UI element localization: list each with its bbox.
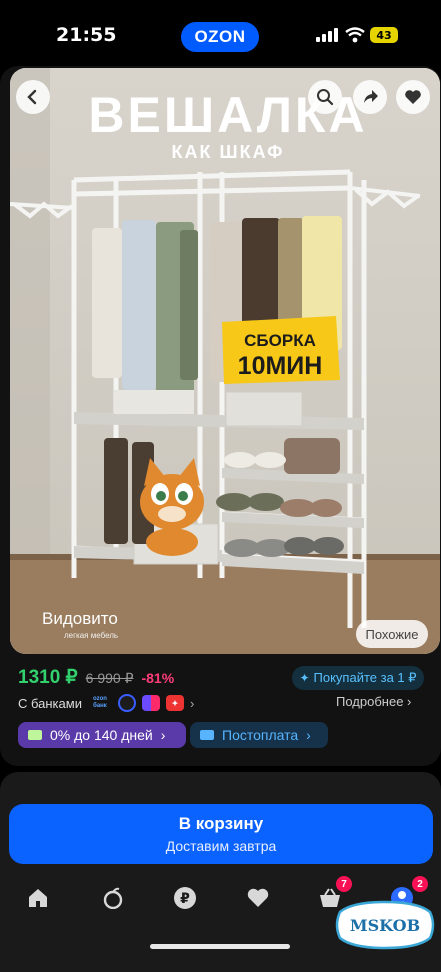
product-image[interactable]: ВЕШАЛКА КАК ШКАФ СБОРКА 10МИН Видовито л… <box>10 68 440 654</box>
ozon-logo-pill[interactable]: OZON <box>181 22 259 52</box>
ruble-icon: ₽ <box>174 887 196 909</box>
tab-favorites[interactable] <box>242 882 274 914</box>
chevron-right-icon: › <box>407 694 412 709</box>
bank-offers-row[interactable]: С банками ozon банк ✦ › <box>18 692 194 714</box>
back-button[interactable] <box>16 80 50 114</box>
subheadline-text: КАК ШКАФ <box>172 142 285 162</box>
brand-tagline: легкая мебель <box>64 631 118 640</box>
home-indicator <box>150 944 290 949</box>
chevron-right-icon: › <box>306 727 311 743</box>
signal-icon <box>316 28 338 42</box>
svg-text:MSKOB: MSKOB <box>350 916 420 935</box>
chevron-left-icon <box>27 89 37 105</box>
status-bar: 21:55 OZON 43 <box>0 0 441 68</box>
card-icon <box>28 730 42 740</box>
heart-icon <box>405 90 421 104</box>
heart-icon <box>247 888 269 907</box>
svg-text:₽: ₽ <box>180 891 190 907</box>
chevron-right-icon: › <box>189 695 195 711</box>
bank-icon-1 <box>117 694 136 712</box>
promo-line1: СБОРКА <box>244 331 316 350</box>
cart-button-subtitle: Доставим завтра <box>165 838 277 854</box>
price-row: 1310 ₽ 6 990 ₽ -81% <box>18 666 174 692</box>
buy-for-one-ruble-button[interactable]: ✦ Покупайте за 1 ₽ <box>292 666 424 690</box>
favorite-button[interactable] <box>396 80 430 114</box>
add-to-cart-button[interactable]: В корзину Доставим завтра <box>9 804 433 864</box>
tab-fresh[interactable] <box>97 882 129 914</box>
cart-button-title: В корзину <box>178 814 264 833</box>
installment-chip[interactable]: 0% до 140 дней › <box>18 722 186 748</box>
tab-finance[interactable]: ₽ <box>169 882 201 914</box>
share-button[interactable] <box>353 80 387 114</box>
product-illustration: ВЕШАЛКА КАК ШКАФ СБОРКА 10МИН Видовито л… <box>10 68 440 654</box>
search-button[interactable] <box>308 80 342 114</box>
postpay-label: Постоплата <box>222 727 299 743</box>
wifi-icon <box>345 27 365 43</box>
discount-badge: -81% <box>141 670 175 686</box>
old-price: 6 990 ₽ <box>85 670 134 686</box>
cart-count-badge: 7 <box>336 876 352 892</box>
promo-line2: 10МИН <box>238 352 323 380</box>
more-details-link[interactable]: Подробнее › <box>336 694 411 709</box>
sparkle-icon: ✦ <box>299 671 310 685</box>
profile-count-badge: 2 <box>412 876 428 892</box>
bank-icon-3: ✦ <box>165 695 184 711</box>
postpay-chip[interactable]: Постоплата › <box>190 722 328 748</box>
chevron-right-icon: › <box>160 727 166 743</box>
installment-label: 0% до 140 дней <box>50 727 153 743</box>
tab-home[interactable] <box>22 882 54 914</box>
banks-label: С банками <box>18 695 82 711</box>
bank-icon-2 <box>141 695 160 711</box>
share-icon <box>364 90 378 103</box>
watermark-logo: MSKOB <box>335 900 435 950</box>
home-icon <box>29 889 47 907</box>
battery-icon: 43 <box>370 27 398 43</box>
truck-icon <box>200 730 214 740</box>
status-time: 21:55 <box>56 24 117 46</box>
current-price: 1310 ₽ <box>18 667 78 688</box>
search-icon <box>317 89 334 106</box>
fruit-icon <box>103 887 123 909</box>
brand-name: Видовито <box>42 609 118 628</box>
buy-for-label: Покупайте за 1 ₽ <box>313 670 417 685</box>
promo-sticker: СБОРКА 10МИН <box>222 316 340 384</box>
similar-products-button[interactable]: Похожие <box>356 620 428 648</box>
ozon-bank-icon: ozon банк <box>92 696 107 709</box>
